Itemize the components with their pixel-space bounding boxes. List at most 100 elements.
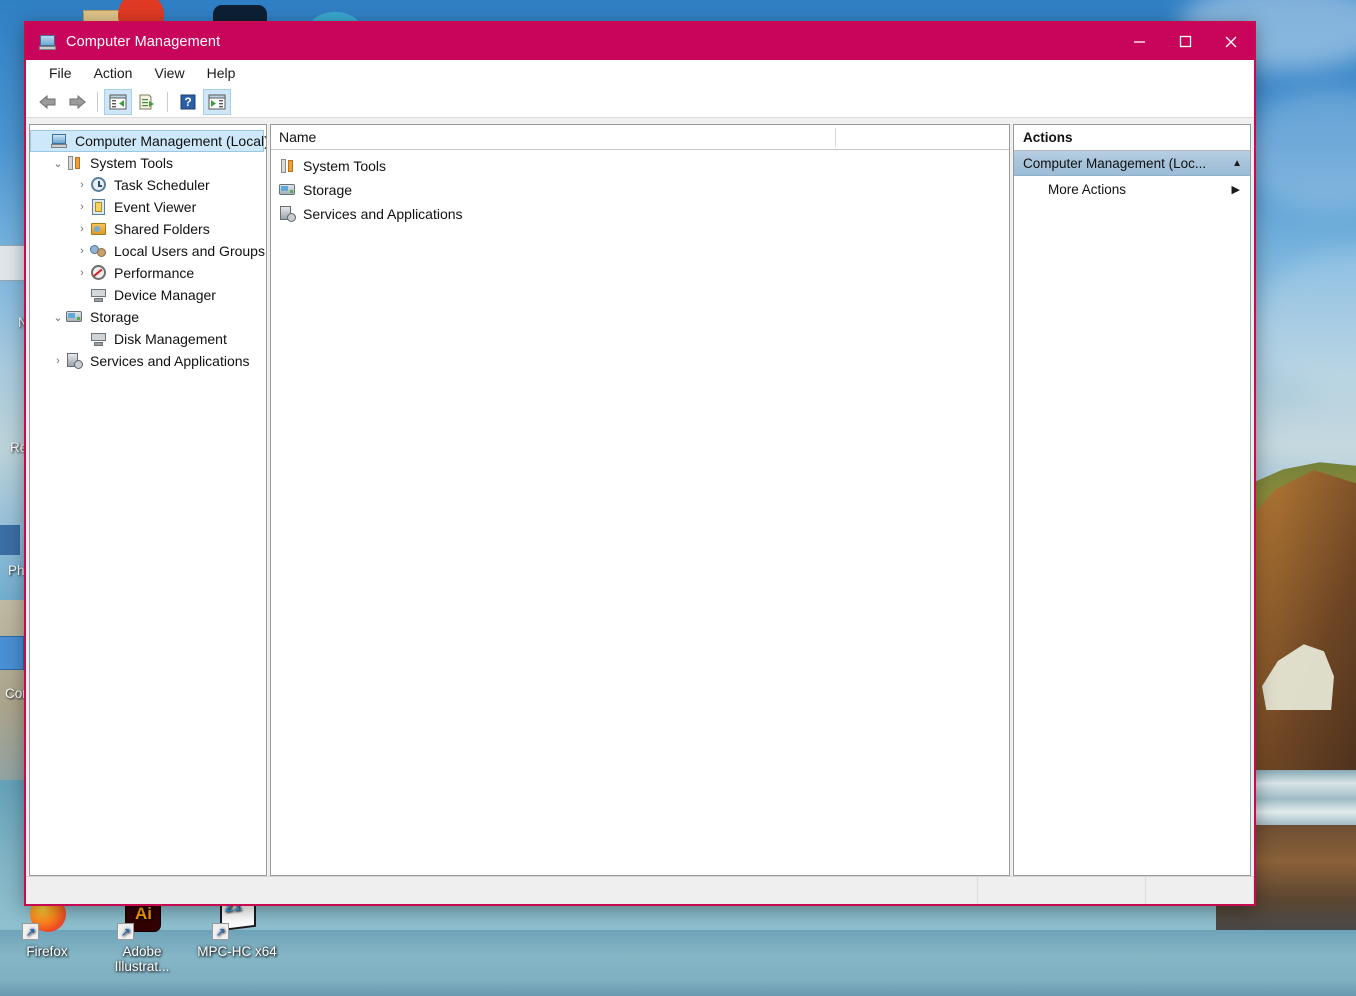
actions-group-label: Computer Management (Loc... [1023,155,1207,171]
status-segment-tertiary [1146,877,1254,904]
status-segment-main [26,877,978,904]
result-list-pane: Name System Tools Storage Services and A… [270,124,1010,876]
list-column-header: Name [271,125,1009,150]
tree-item-label: Disk Management [114,331,227,347]
minimize-button[interactable] [1116,23,1162,60]
tree-item-label: Task Scheduler [114,177,210,193]
console-tree-pane: Computer Management (Local) ⌄ System Too… [29,124,267,876]
menu-item-file[interactable]: File [38,62,83,84]
desktop-icon-adobe-illustrator[interactable]: Ai ↗ Adobe Illustrat... [99,896,185,974]
device-manager-icon [90,287,108,303]
shortcut-overlay-icon: ↗ [212,923,229,940]
tree-item-label: Services and Applications [90,353,250,369]
back-arrow-icon[interactable] [34,89,62,115]
tree-item-storage[interactable]: ⌄ Storage [30,306,266,328]
column-header-name[interactable]: Name [271,129,829,145]
tree-item-label: Shared Folders [114,221,210,237]
tree-item-label: System Tools [90,155,173,171]
shared-folders-icon [90,221,108,237]
system-tools-icon [279,158,297,174]
column-divider[interactable] [835,128,836,147]
list-item[interactable]: Services and Applications [271,202,1009,226]
tree-item-shared-folders[interactable]: › Shared Folders [30,218,266,240]
toolbar-separator [167,92,168,112]
tree-item-label: Computer Management (Local) [75,133,267,149]
list-item-label: System Tools [303,158,386,174]
tree-item-label: Performance [114,265,195,281]
tree-item-disk-management[interactable]: Disk Management [30,328,266,350]
chevron-right-icon[interactable]: › [74,223,90,235]
shortcut-overlay-icon: ↗ [22,923,39,940]
menu-item-view[interactable]: View [143,62,195,84]
actions-group-header[interactable]: Computer Management (Loc... ▲ [1014,151,1250,176]
tree-item-label: Device Manager [114,287,216,303]
chevron-right-icon[interactable]: › [74,245,90,257]
tree-item-label: Event Viewer [114,199,197,215]
menu-bar: File Action View Help [26,60,1254,87]
services-icon [66,353,84,369]
partial-desktop-icon-left-3[interactable] [0,636,24,670]
desktop-icon-label: Adobe Illustrat... [114,944,170,974]
status-segment-secondary [978,877,1146,904]
desktop: N Re Ph Cor ↗ Firefox Ai ↗ Adobe Illustr… [0,0,1356,996]
export-list-icon[interactable] [133,89,161,115]
chevron-down-icon[interactable]: ⌄ [50,157,66,170]
tree-item-system-tools[interactable]: ⌄ System Tools [30,152,266,174]
users-group-icon [90,243,108,259]
window-titlebar[interactable]: Computer Management [26,23,1254,60]
disk-management-icon [90,331,108,347]
show-hide-console-tree-icon[interactable] [104,89,132,115]
menu-item-help[interactable]: Help [196,62,247,84]
tree-item-task-scheduler[interactable]: › Task Scheduler [30,174,266,196]
close-button[interactable] [1208,23,1254,60]
desktop-icon-label: MPC-HC x64 [197,944,277,959]
clock-icon [90,177,108,193]
chevron-up-icon[interactable]: ▲ [1232,158,1242,169]
desktop-icon-label: Firefox [26,944,68,959]
more-actions-item[interactable]: More Actions ▶ [1014,176,1250,202]
chevron-right-icon[interactable]: › [50,355,66,367]
list-item[interactable]: System Tools [271,154,1009,178]
tree-item-event-viewer[interactable]: › Event Viewer [30,196,266,218]
performance-icon [90,265,108,281]
chevron-right-icon[interactable]: ▶ [1232,183,1240,196]
system-tools-icon [66,155,84,171]
window-title: Computer Management [66,33,221,50]
console-tree: Computer Management (Local) ⌄ System Too… [30,125,266,372]
storage-icon [279,182,297,198]
services-icon [279,206,297,222]
partial-desktop-icon-left-1[interactable] [0,245,26,281]
show-hide-action-pane-icon[interactable] [203,89,231,115]
tree-item-performance[interactable]: › Performance [30,262,266,284]
chevron-right-icon[interactable]: › [74,179,90,191]
tree-item-local-users-and-groups[interactable]: › Local Users and Groups [30,240,266,262]
help-icon[interactable]: ? [174,89,202,115]
toolbar-separator [97,92,98,112]
list-body: System Tools Storage Services and Applic… [271,150,1009,226]
cloud-decoration [1255,250,1356,400]
actions-pane: Actions Computer Management (Loc... ▲ Mo… [1013,124,1251,876]
computer-icon [51,133,69,149]
menu-item-action[interactable]: Action [83,62,144,84]
tree-item-label: Local Users and Groups [114,243,265,259]
actions-pane-title: Actions [1014,125,1250,151]
list-item-label: Storage [303,182,353,198]
status-bar [26,876,1254,904]
chevron-down-icon[interactable]: ⌄ [50,311,66,324]
desktop-clipped-label-ph: Ph [8,563,25,578]
chevron-right-icon[interactable]: › [74,201,90,213]
toolbar: ? [26,87,1254,118]
forward-arrow-icon[interactable] [63,89,91,115]
list-item-label: Services and Applications [303,206,463,222]
partial-desktop-icon-left-2[interactable] [0,525,20,555]
computer-management-icon [39,34,57,50]
event-viewer-icon [90,199,108,215]
list-item[interactable]: Storage [271,178,1009,202]
chevron-right-icon[interactable]: › [74,267,90,279]
tree-item-services-and-applications[interactable]: › Services and Applications [30,350,266,372]
tree-item-device-manager[interactable]: Device Manager [30,284,266,306]
tree-item-computer-management[interactable]: Computer Management (Local) [30,130,267,152]
computer-management-window: Computer Management File Action View Hel… [24,21,1256,906]
maximize-button[interactable] [1162,23,1208,60]
more-actions-label: More Actions [1048,181,1127,197]
